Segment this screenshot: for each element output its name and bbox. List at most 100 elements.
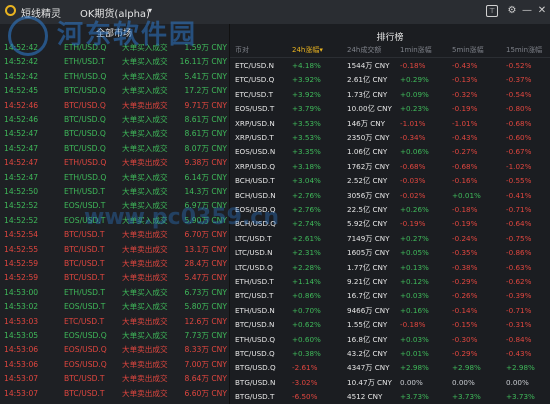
trade-row[interactable]: 14:52:50 ETH/USD.T 大单买入成交 14.3万 CNY (0, 185, 229, 199)
close-button[interactable]: ✕ (536, 5, 548, 17)
trade-row[interactable]: 14:53:02 EOS/USD.T 大单买入成交 5.80万 CNY (0, 300, 229, 314)
ranking-row[interactable]: BTC/USD.T +0.86% 16.7亿 CNY +0.03% -0.26% -0.3… (230, 289, 550, 303)
trade-row[interactable]: 14:52:47 BTC/USD.Q 大单买入成交 8.07万 CNY (0, 142, 229, 156)
header-24h-change[interactable]: 24h涨幅▾ (292, 43, 323, 57)
trade-row[interactable]: 14:53:05 EOS/USD.Q 大单买入成交 7.73万 CNY (0, 329, 229, 343)
trade-pair: BTC/USD.Q (64, 143, 106, 153)
ranking-row[interactable]: EOS/USD.N +3.35% 1.06亿 CNY +0.06% -0.27% -0.6… (230, 145, 550, 159)
rank-24h-change: -2.61% (292, 363, 318, 373)
rank-15min-change: -0.31% (506, 320, 532, 330)
trade-row[interactable]: 14:52:59 BTC/USD.T 大单卖出成交 5.47万 CNY (0, 271, 229, 285)
trade-row[interactable]: 14:52:42 ETH/USD.T 大单买入成交 16.11万 CNY (0, 55, 229, 69)
ranking-row[interactable]: ETH/USD.N +0.70% 9466万 CNY +0.16% -0.14% -0.7… (230, 304, 550, 318)
rank-24h-volume: 4512 CNY (347, 392, 383, 402)
rank-24h-volume: 1605万 CNY (347, 248, 390, 258)
trade-side: 大单卖出成交 (122, 244, 168, 254)
rank-1min-change: -1.01% (400, 118, 426, 128)
rank-5min-change: 0.00% (452, 377, 475, 387)
trade-amount: 9.71万 CNY (184, 100, 227, 110)
rank-24h-change: +0.70% (292, 305, 321, 315)
ranking-row[interactable]: ETH/USD.T +1.14% 9.21亿 CNY +0.12% -0.29% -0.6… (230, 275, 550, 289)
trade-time: 14:52:42 (4, 57, 39, 67)
header-15min[interactable]: 15min涨幅 (506, 43, 542, 57)
ranking-row[interactable]: LTC/USD.N +2.31% 1605万 CNY +0.05% -0.35% -0.8… (230, 246, 550, 260)
trade-pair: EOS/USD.T (64, 302, 106, 312)
trade-amount: 28.4万 CNY (184, 259, 227, 268)
rank-pair: BTG/USD.N (235, 377, 276, 387)
rank-pair: BTC/USD.Q (235, 349, 275, 358)
ranking-row[interactable]: BTG/USD.N -3.02% 10.47万 CNY 0.00% 0.00% 0.00% (230, 376, 550, 390)
ranking-row[interactable]: ETH/USD.Q +0.60% 16.8亿 CNY +0.03% -0.30% -0.8… (230, 333, 550, 347)
trade-row[interactable]: 14:53:06 EOS/USD.Q 大单卖出成交 7.00万 CNY (0, 358, 229, 372)
trade-row[interactable]: 14:52:47 ETH/USD.Q 大单卖出成交 9.38万 CNY (0, 156, 229, 170)
rank-15min-change: -0.75% (506, 233, 532, 243)
rank-5min-change: -0.68% (452, 161, 478, 171)
rank-24h-volume: 1.06亿 CNY (347, 147, 388, 157)
ranking-row[interactable]: BTG/USD.T -6.50% 4512 CNY +3.73% +3.73% +3.73… (230, 390, 550, 404)
rank-5min-change: -0.26% (452, 291, 478, 301)
header-pair[interactable]: 币对 (235, 43, 249, 57)
trade-row[interactable]: 14:52:46 BTC/USD.Q 大单卖出成交 9.71万 CNY (0, 99, 229, 113)
trade-row[interactable]: 14:52:45 BTC/USD.Q 大单买入成交 17.2万 CNY (0, 84, 229, 98)
trade-row[interactable]: 14:53:07 BTC/USD.T 大单卖出成交 8.64万 CNY (0, 372, 229, 386)
rank-15min-change: -0.52% (506, 61, 532, 70)
trade-row[interactable]: 14:52:55 BTC/USD.T 大单卖出成交 13.1万 CNY (0, 243, 229, 257)
rank-5min-change: -0.32% (452, 89, 478, 99)
trade-row[interactable]: 14:52:46 BTC/USD.Q 大单买入成交 8.61万 CNY (0, 113, 229, 127)
ranking-row[interactable]: XRP/USD.T +3.53% 2350万 CNY -0.34% -0.43% -0.6… (230, 131, 550, 145)
trade-time: 14:52:47 (4, 158, 39, 168)
ranking-row[interactable]: LTC/USD.Q +2.28% 1.77亿 CNY +0.13% -0.38% -0.6… (230, 261, 550, 275)
trade-pair: ETH/USD.Q (64, 71, 107, 81)
rank-24h-volume: 43.2亿 CNY (347, 349, 388, 358)
trade-row[interactable]: 14:53:06 EOS/USD.Q 大单卖出成交 8.33万 CNY (0, 343, 229, 357)
rank-24h-change: +2.74% (292, 219, 321, 229)
rank-1min-change: -0.34% (400, 133, 426, 142)
rank-pair: BCH/USD.T (235, 176, 275, 186)
header-24h-volume[interactable]: 24h成交额 (347, 43, 381, 57)
rank-24h-volume: 7149万 CNY (347, 233, 390, 243)
ranking-row[interactable]: BTG/USD.Q -2.61% 4347万 CNY +2.98% +2.98% +2.9… (230, 361, 550, 375)
rank-5min-change: -0.18% (452, 205, 478, 214)
ranking-row[interactable]: BCH/USD.T +3.04% 2.52亿 CNY -0.03% -0.16% -0.5… (230, 174, 550, 188)
ranking-row[interactable]: EOS/USD.T +3.79% 10.00亿 CNY +0.23% -0.19% -0.… (230, 102, 550, 116)
trade-time: 14:53:05 (4, 331, 39, 340)
rank-24h-volume: 22.5亿 CNY (347, 205, 388, 214)
ranking-row[interactable]: BCH/USD.N +2.76% 3056万 CNY -0.02% +0.01% -0.4… (230, 189, 550, 203)
rank-24h-volume: 2.52亿 CNY (347, 176, 388, 186)
trade-pair: BTC/USD.T (64, 244, 105, 254)
ranking-row[interactable]: XRP/USD.Q +3.18% 1762万 CNY -0.68% -0.68% -1.0… (230, 160, 550, 174)
ranking-row[interactable]: ETC/USD.N +4.18% 1544万 CNY -0.18% -0.43% -0.5… (230, 59, 550, 73)
trade-row[interactable]: 14:52:42 ETH/USD.Q 大单买入成交 5.41万 CNY (0, 70, 229, 84)
trade-amount: 16.11万 CNY (179, 57, 227, 67)
rank-pair: LTC/USD.T (235, 233, 272, 243)
header-5min[interactable]: 5min涨幅 (452, 43, 484, 57)
rank-1min-change: +0.29% (400, 75, 429, 85)
trade-row[interactable]: 14:52:47 BTC/USD.Q 大单买入成交 8.61万 CNY (0, 127, 229, 141)
trade-time: 14:52:52 (4, 215, 39, 225)
ranking-row[interactable]: BTC/USD.N +0.62% 1.55亿 CNY -0.18% -0.15% -0.3… (230, 318, 550, 332)
watermark-logo-icon (8, 16, 48, 56)
trade-row[interactable]: 14:52:47 ETH/USD.Q 大单买入成交 6.14万 CNY (0, 171, 229, 185)
trade-row[interactable]: 14:52:59 BTC/USD.T 大单卖出成交 28.4万 CNY (0, 257, 229, 271)
rank-15min-change: -0.41% (506, 190, 532, 200)
ranking-row[interactable]: XRP/USD.N +3.53% 146万 CNY -1.01% -1.01% -0.68… (230, 117, 550, 131)
pin-icon[interactable]: ⊤ (486, 5, 498, 17)
gear-icon[interactable]: ⚙ (506, 5, 518, 17)
trade-row[interactable]: 14:53:07 BTC/USD.T 大单卖出成交 6.60万 CNY (0, 387, 229, 401)
minimize-button[interactable]: — (521, 5, 533, 17)
ranking-row[interactable]: LTC/USD.T +2.61% 7149万 CNY +0.27% -0.24% -0.7… (230, 232, 550, 246)
rank-15min-change: -0.64% (506, 219, 532, 229)
rank-15min-change: -1.02% (506, 161, 532, 171)
ranking-row[interactable]: ETC/USD.T +3.92% 1.73亿 CNY +0.09% -0.32% -0.5… (230, 88, 550, 102)
trade-pair: BTC/USD.T (64, 374, 105, 384)
trade-time: 14:53:07 (4, 388, 39, 398)
trade-side: 大单卖出成交 (122, 230, 168, 240)
rank-24h-volume: 1544万 CNY (347, 61, 390, 70)
trade-row[interactable]: 14:53:03 ETC/USD.T 大单卖出成交 12.6万 CNY (0, 315, 229, 329)
trade-row[interactable]: 14:53:00 ETH/USD.T 大单买入成交 6.73万 CNY (0, 286, 229, 300)
ranking-row[interactable]: ETC/USD.Q +3.92% 2.61亿 CNY +0.29% -0.13% -0.3… (230, 73, 550, 87)
header-1min[interactable]: 1min涨幅 (400, 43, 432, 57)
trade-row[interactable]: 14:52:54 BTC/USD.T 大单卖出成交 6.70万 CNY (0, 228, 229, 242)
ranking-row[interactable]: BTC/USD.Q +0.38% 43.2亿 CNY +0.01% -0.29% -0.4… (230, 347, 550, 361)
trade-amount: 5.41万 CNY (184, 71, 227, 81)
